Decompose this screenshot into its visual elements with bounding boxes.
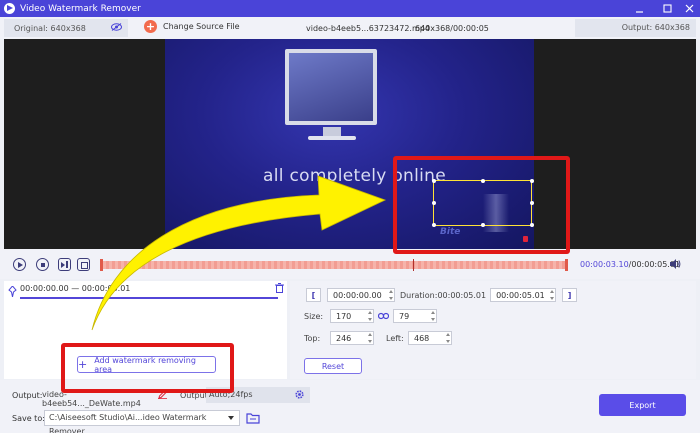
reset-button[interactable]: Reset bbox=[304, 358, 362, 374]
timeline-track[interactable] bbox=[100, 259, 568, 271]
width-field[interactable]: 170 bbox=[330, 309, 374, 323]
end-time-field[interactable]: 00:00:05.01 bbox=[490, 288, 557, 302]
resize-handle[interactable] bbox=[431, 201, 436, 205]
app-logo-icon bbox=[4, 3, 15, 14]
video-frame[interactable]: all completely online Bite bbox=[165, 39, 534, 249]
monitor-graphic bbox=[285, 49, 377, 125]
start-time-spinner[interactable] bbox=[386, 289, 394, 301]
plus-icon: + bbox=[78, 358, 88, 371]
left-spinner[interactable] bbox=[443, 332, 451, 344]
resize-handle[interactable] bbox=[481, 178, 485, 183]
volume-icon[interactable] bbox=[670, 259, 681, 269]
save-path-value: C:\Aiseesoft Studio\Ai...ideo Watermark … bbox=[49, 413, 207, 433]
stop-icon[interactable] bbox=[36, 258, 49, 271]
settings-panel: [ 00:00:00.00 Duration:00:00:05.01 00:00… bbox=[290, 281, 696, 379]
close-icon[interactable] bbox=[678, 0, 700, 17]
end-time-value: 00:00:05.01 bbox=[496, 290, 545, 300]
height-field[interactable]: 79 bbox=[393, 309, 437, 323]
save-path-select[interactable]: C:\Aiseesoft Studio\Ai...ideo Watermark … bbox=[44, 410, 240, 433]
folder-icon[interactable] bbox=[246, 412, 260, 424]
chevron-down-icon bbox=[228, 416, 234, 420]
title-bar: Video Watermark Remover bbox=[0, 0, 700, 17]
resize-handle[interactable] bbox=[481, 223, 485, 227]
source-file-name: video-b4eeb5...63723472.mp4 bbox=[306, 24, 430, 33]
top-spinner[interactable] bbox=[365, 332, 373, 344]
duration-label: Duration:00:00:05.01 bbox=[400, 290, 487, 300]
start-time-field[interactable]: 00:00:00.00 bbox=[327, 288, 395, 302]
resize-handle[interactable] bbox=[431, 178, 436, 183]
watermark-selection-box[interactable] bbox=[431, 178, 534, 227]
watermark-text: Bite bbox=[440, 227, 461, 237]
set-start-icon[interactable]: [ bbox=[306, 288, 321, 302]
resize-handle[interactable] bbox=[530, 178, 534, 183]
segment-row[interactable]: 00:00:00.00 — 00:00:05.01 bbox=[4, 281, 287, 301]
frame-capture-icon[interactable] bbox=[77, 258, 90, 271]
save-to-label: Save to: bbox=[12, 414, 45, 423]
video-preview: all completely online Bite bbox=[4, 39, 696, 249]
play-icon[interactable] bbox=[13, 258, 26, 271]
segment-panel: 00:00:00.00 — 00:00:05.01 + Add watermar… bbox=[4, 281, 287, 379]
top-label: Top: bbox=[304, 333, 321, 343]
timeline-playhead[interactable] bbox=[413, 259, 414, 271]
watermark-logo bbox=[523, 236, 528, 242]
video-caption: all completely online bbox=[263, 166, 447, 186]
info-bar: Original: 640x368 + Change Source File v… bbox=[0, 17, 700, 39]
output-file-name: video-b4eeb54..._DeWate.mp4 bbox=[42, 390, 141, 408]
pin-icon bbox=[8, 286, 17, 297]
output-label: Output: bbox=[12, 391, 43, 400]
position-row: Top: 246 Left: 468 bbox=[304, 331, 452, 345]
add-area-label: Add watermark removing area bbox=[94, 355, 196, 374]
end-time-spinner[interactable] bbox=[547, 289, 555, 301]
current-time: 00:00:03.10 bbox=[580, 260, 629, 269]
set-end-icon[interactable]: ] bbox=[562, 288, 578, 302]
export-button[interactable]: Export bbox=[599, 394, 686, 416]
maximize-icon[interactable] bbox=[656, 0, 678, 17]
time-row: [ 00:00:00.00 Duration:00:00:05.01 00:00… bbox=[306, 288, 578, 302]
timeline-start-handle[interactable] bbox=[100, 259, 103, 271]
change-source-label: Change Source File bbox=[163, 22, 240, 31]
add-watermark-area-button[interactable]: + Add watermark removing area bbox=[77, 355, 216, 374]
resize-handle[interactable] bbox=[530, 201, 534, 205]
height-spinner[interactable] bbox=[428, 310, 436, 322]
size-row: Size: 170 79 bbox=[304, 309, 437, 323]
top-field[interactable]: 246 bbox=[330, 331, 374, 345]
trash-icon[interactable] bbox=[275, 283, 284, 293]
gear-icon[interactable] bbox=[294, 389, 305, 400]
window-title: Video Watermark Remover bbox=[20, 3, 141, 14]
width-value: 170 bbox=[336, 311, 352, 321]
left-label: Left: bbox=[386, 333, 404, 343]
resize-handle[interactable] bbox=[530, 223, 534, 227]
left-value: 468 bbox=[414, 333, 430, 343]
original-resolution: Original: 640x368 bbox=[4, 19, 128, 37]
plus-icon: + bbox=[144, 20, 157, 33]
next-frame-icon[interactable] bbox=[58, 258, 71, 271]
change-source-button[interactable]: + Change Source File bbox=[144, 20, 240, 33]
monitor-base-graphic bbox=[308, 136, 356, 140]
link-icon[interactable] bbox=[378, 312, 389, 320]
output-format-value: Auto;24fps bbox=[209, 390, 253, 399]
left-field[interactable]: 468 bbox=[408, 331, 452, 345]
source-file-meta: 640x368/00:00:05 bbox=[415, 24, 489, 33]
original-label: Original: 640x368 bbox=[14, 23, 86, 33]
width-spinner[interactable] bbox=[365, 310, 373, 322]
output-resolution: Output: 640x368 bbox=[575, 19, 696, 37]
segment-progress-line bbox=[20, 297, 278, 299]
top-value: 246 bbox=[336, 333, 352, 343]
edit-icon[interactable] bbox=[158, 390, 167, 399]
minimize-icon[interactable] bbox=[628, 0, 650, 17]
playback-bar: 00:00:03.10/00:00:05.01 bbox=[0, 249, 700, 279]
timecode: 00:00:03.10/00:00:05.01 bbox=[580, 260, 680, 269]
start-time-value: 00:00:00.00 bbox=[333, 290, 382, 300]
segment-time-range: 00:00:00.00 — 00:00:05.01 bbox=[20, 284, 131, 293]
app-window: Video Watermark Remover Original: 640x36… bbox=[0, 0, 700, 433]
resize-handle[interactable] bbox=[431, 223, 436, 227]
eye-icon[interactable] bbox=[111, 23, 122, 31]
height-value: 79 bbox=[399, 311, 410, 321]
timeline-end-handle[interactable] bbox=[565, 259, 568, 271]
bottom-bar: Output: video-b4eeb54..._DeWate.mp4 Outp… bbox=[0, 380, 700, 433]
size-label: Size: bbox=[304, 311, 324, 321]
